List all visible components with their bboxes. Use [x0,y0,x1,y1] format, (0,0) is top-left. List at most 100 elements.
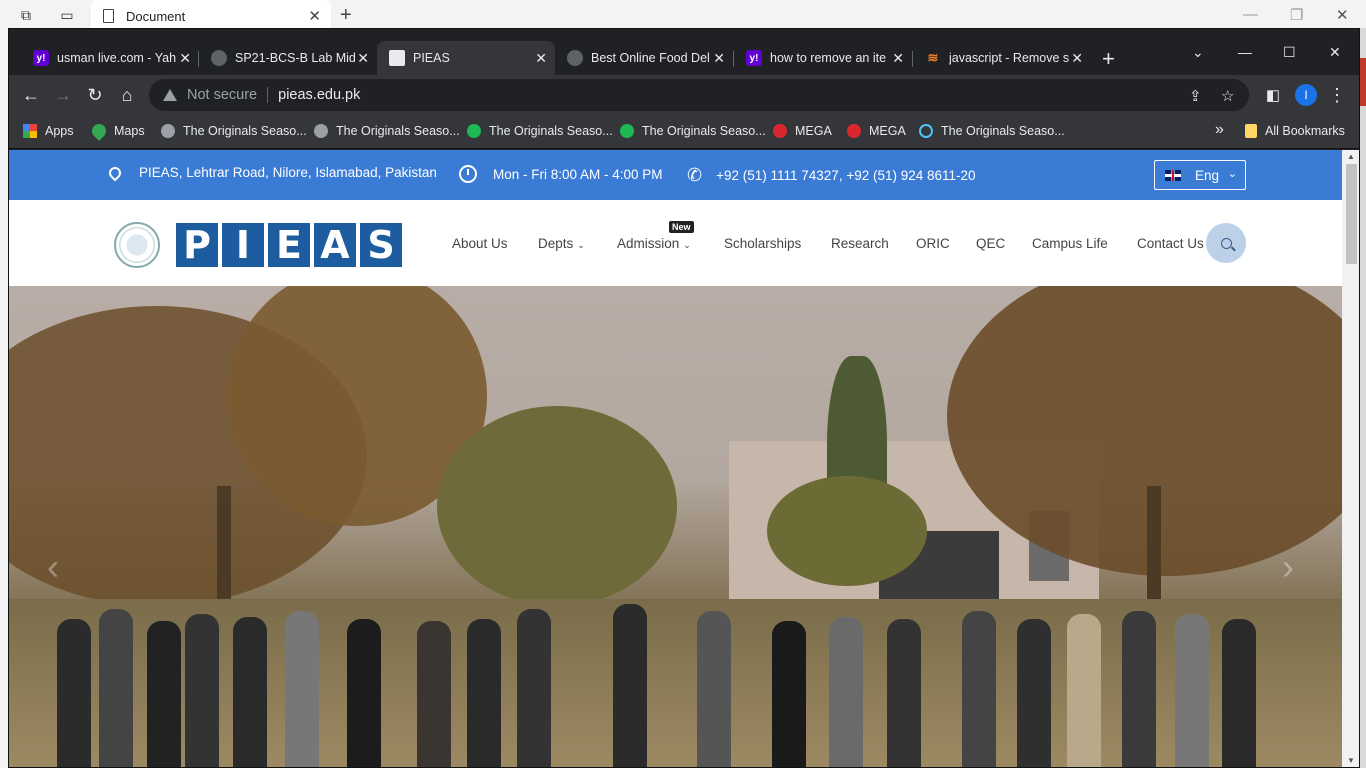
green-icon [467,124,481,138]
carousel-next-icon[interactable]: › [1282,546,1294,588]
outer-new-tab-button[interactable]: + [340,4,352,27]
outer-restore-button[interactable]: ❐ [1290,6,1303,24]
share-icon[interactable]: ⇪ [1189,87,1202,105]
outer-tab-close-icon[interactable]: ✕ [308,7,321,25]
tab-pieas[interactable]: PIEAS ✕ [377,41,555,75]
chevron-down-icon: ⌄ [683,240,691,250]
alarm-clock-icon [459,165,477,183]
bookmark-originals-5[interactable]: The Originals Seaso... [919,124,1065,138]
globe-icon [567,50,583,66]
workspaces-icon[interactable]: ⧉ [17,6,35,24]
home-icon[interactable]: ⌂ [115,83,139,107]
outer-close-button[interactable]: ✕ [1336,6,1349,24]
bookmark-mega-1[interactable]: MEGA [773,124,832,138]
bookmarks-bar: Apps Maps The Originals Seaso... The Ori… [9,115,1359,149]
tab-search-chevron-icon[interactable]: ⌄ [1192,44,1204,61]
pieas-seal-logo[interactable] [114,222,160,268]
nav-campus-life[interactable]: Campus Life [1032,236,1108,251]
maximize-button[interactable]: ☐ [1283,44,1296,61]
carousel-prev-icon[interactable]: ‹ [47,546,59,588]
tab-close-icon[interactable]: ✕ [892,50,904,67]
outer-window-bar: ⧉ ▭ Document ✕ + — ❐ ✕ [0,0,1366,32]
tab-close-icon[interactable]: ✕ [535,50,547,67]
phone-text: +92 (51) 1111 74327, +92 (51) 924 8611-2… [716,168,976,183]
bookmark-originals-2[interactable]: The Originals Seaso... [314,124,460,138]
hours-text: Mon - Fri 8:00 AM - 4:00 PM [493,166,663,182]
background-window-edge [1360,28,1366,768]
scroll-thumb[interactable] [1346,164,1357,264]
profile-avatar[interactable]: I [1295,84,1317,106]
tab-stackoverflow[interactable]: ≋ javascript - Remove s ✕ [913,41,1091,75]
tab-close-icon[interactable]: ✕ [179,50,191,67]
new-badge: New [669,221,694,233]
all-bookmarks-button[interactable]: All Bookmarks [1245,124,1345,138]
hours-info: Mon - Fri 8:00 AM - 4:00 PM [459,165,663,183]
apps-icon [23,124,37,138]
close-window-button[interactable]: ✕ [1329,44,1341,61]
tab-title: how to remove an ite [770,51,887,65]
outer-tab-title: Document [126,8,186,24]
language-label: Eng [1195,167,1220,183]
tab-food-delivery[interactable]: Best Online Food Del ✕ [555,41,733,75]
nav-about-us[interactable]: About Us [452,236,508,251]
document-icon [103,9,114,23]
url-text[interactable]: pieas.edu.pk [278,87,360,103]
nav-research[interactable]: Research [831,236,889,251]
tab-close-icon[interactable]: ✕ [1071,50,1083,67]
bookmark-apps[interactable]: Apps [23,124,74,138]
nav-qec[interactable]: QEC [976,236,1005,251]
tab-yahoo-mail[interactable]: y! usman live.com - Yah ✕ [21,41,199,75]
nav-admission[interactable]: Admission ⌄ [617,236,691,251]
tab-yahoo-search[interactable]: y! how to remove an ite ✕ [734,41,912,75]
location-pin-icon [106,164,124,181]
address-info: PIEAS, Lehtrar Road, Nilore, Islamabad, … [106,164,437,181]
address-bar[interactable]: Not secure pieas.edu.pk ⇪ ☆ [149,79,1249,111]
bookmark-originals-3[interactable]: The Originals Seaso... [467,124,613,138]
nav-depts[interactable]: Depts ⌄ [538,236,585,251]
language-selector[interactable]: Eng ⌄ [1154,160,1246,190]
menu-kebab-icon[interactable]: ⋮ [1325,83,1349,107]
phone-icon: ✆ [687,165,703,185]
mega-icon [773,124,787,138]
stackoverflow-icon: ≋ [927,50,939,65]
nav-scholarships[interactable]: Scholarships [724,236,801,251]
bookmark-star-icon[interactable]: ☆ [1221,87,1234,105]
tab-title: PIEAS [413,51,450,65]
security-status[interactable]: Not secure [187,87,257,103]
reload-icon[interactable]: ↻ [83,83,107,107]
minimize-button[interactable]: — [1238,44,1252,60]
tab-actions-icon[interactable]: ▭ [58,6,76,24]
tab-close-icon[interactable]: ✕ [357,50,369,67]
globe-icon [314,124,328,138]
bookmark-originals-4[interactable]: The Originals Seaso... [620,124,766,138]
side-panel-icon[interactable]: ◧ [1261,83,1285,107]
scroll-down-icon[interactable]: ▼ [1347,756,1355,765]
globe-icon [161,124,175,138]
back-arrow-icon[interactable]: ← [19,83,43,107]
forward-arrow-icon[interactable]: → [51,83,75,107]
maps-icon [89,121,109,141]
bookmark-originals-1[interactable]: The Originals Seaso... [161,124,307,138]
bookmark-maps[interactable]: Maps [89,121,145,141]
site-search-button[interactable] [1206,223,1246,263]
info-topbar: PIEAS, Lehtrar Road, Nilore, Islamabad, … [9,150,1342,200]
tab-close-icon[interactable]: ✕ [713,50,725,67]
tab-title: SP21-BCS-B Lab Mid [235,51,355,65]
chevron-down-icon: ⌄ [1227,168,1237,180]
tab-title: usman live.com - Yah [57,51,177,65]
chrome-window: y! usman live.com - Yah ✕ SP21-BCS-B Lab… [8,28,1360,768]
webpage: PIEAS, Lehtrar Road, Nilore, Islamabad, … [9,150,1342,767]
page-scrollbar[interactable]: ▲ ▼ [1342,150,1359,767]
nav-oric[interactable]: ORIC [916,236,950,251]
outer-minimize-button[interactable]: — [1243,6,1258,23]
nav-contact-us[interactable]: Contact Us [1137,236,1204,251]
bookmarks-overflow-button[interactable]: » [1215,121,1224,139]
yahoo-icon: y! [746,50,762,66]
tab-lab-mid[interactable]: SP21-BCS-B Lab Mid ✕ [199,41,377,75]
new-tab-button[interactable]: + [1102,46,1115,72]
bookmark-mega-2[interactable]: MEGA [847,124,906,138]
warning-icon[interactable] [163,89,177,101]
scroll-up-icon[interactable]: ▲ [1347,152,1355,161]
pieas-wordmark-logo[interactable]: P I E A S [176,223,402,267]
address-text: PIEAS, Lehtrar Road, Nilore, Islamabad, … [139,165,437,180]
